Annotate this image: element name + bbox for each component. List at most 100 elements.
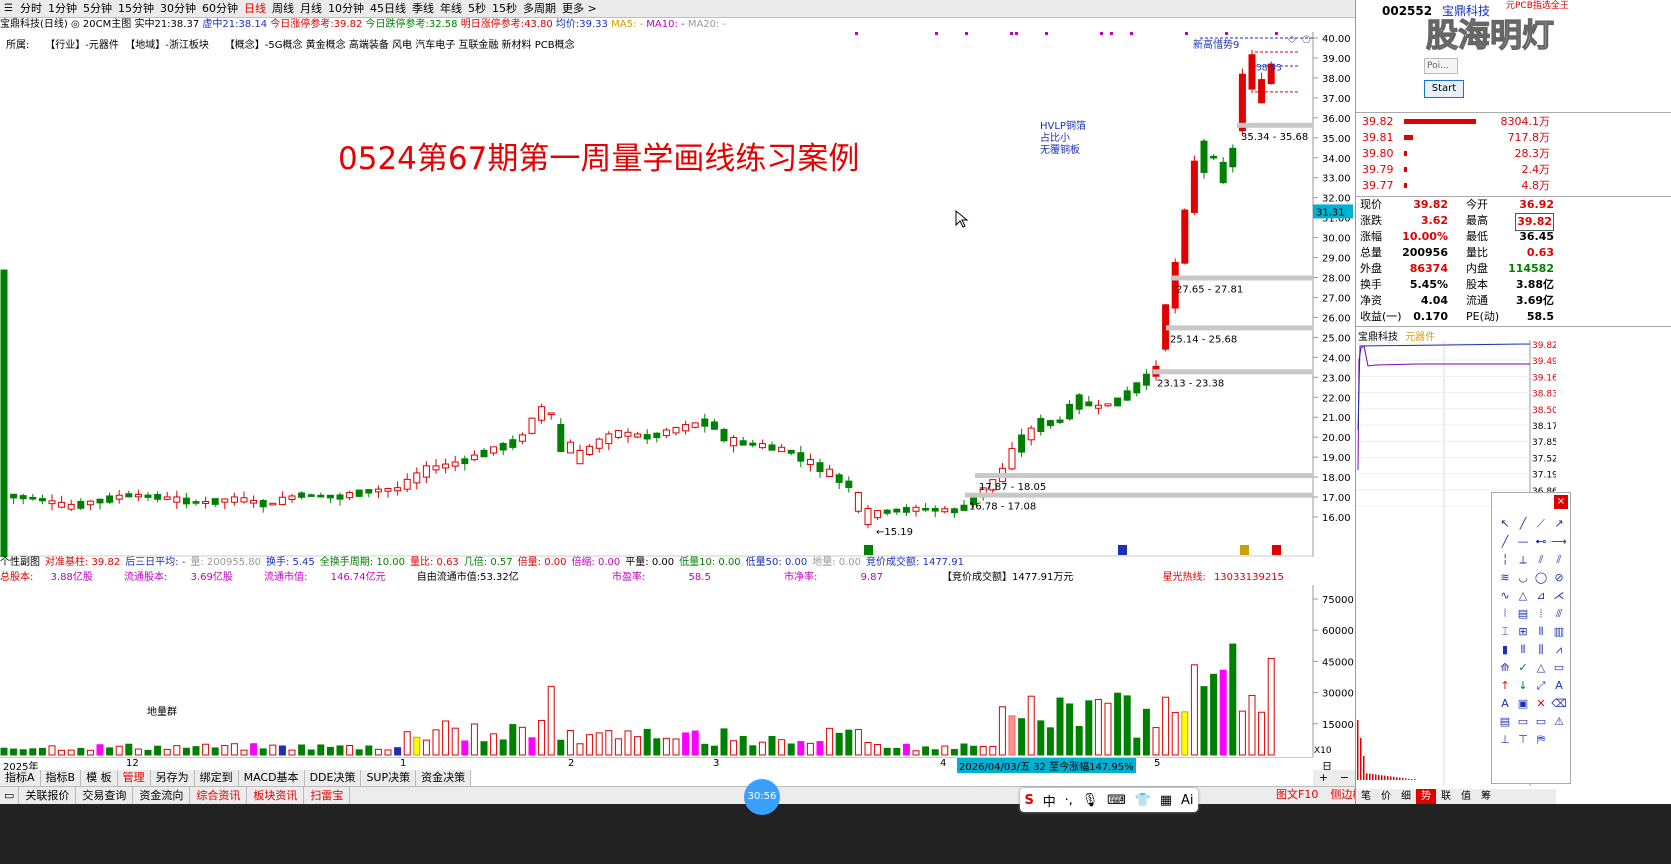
candle[interactable]	[874, 509, 882, 521]
candle[interactable]	[480, 448, 488, 458]
candle[interactable]	[499, 441, 507, 456]
volume-bar[interactable]	[787, 743, 795, 756]
candle[interactable]	[230, 492, 238, 506]
volume-bar[interactable]	[1123, 695, 1131, 756]
support-zone-bar[interactable]	[965, 492, 1313, 498]
volume-bar[interactable]	[307, 749, 315, 756]
volume-bar[interactable]	[960, 743, 968, 756]
indicator-tab[interactable]: 模 板	[81, 770, 118, 786]
candle[interactable]	[1210, 154, 1218, 161]
candle[interactable]	[950, 507, 958, 518]
volume-bar[interactable]	[1162, 696, 1170, 756]
volume-bar[interactable]	[1046, 727, 1054, 756]
volume-bar[interactable]	[182, 747, 190, 756]
volume-bar[interactable]	[29, 748, 37, 756]
candle[interactable]	[1037, 414, 1045, 436]
volume-bar[interactable]	[403, 731, 411, 756]
triangle2-icon[interactable]: △	[1532, 659, 1550, 677]
candle[interactable]	[1046, 419, 1054, 429]
candle[interactable]	[787, 449, 795, 456]
candle[interactable]	[432, 459, 440, 474]
volume-bar[interactable]	[451, 727, 459, 756]
volume-bar[interactable]	[634, 736, 642, 756]
candle[interactable]	[509, 435, 517, 451]
candle[interactable]	[1008, 442, 1016, 471]
grid-icon[interactable]: ▦	[1160, 793, 1172, 808]
line-icon[interactable]: ╱	[1514, 515, 1532, 533]
candle[interactable]	[38, 494, 46, 505]
volume-bar[interactable]	[19, 749, 27, 756]
cross-icon[interactable]: ✕	[1532, 695, 1550, 713]
volume-bar[interactable]	[470, 723, 478, 756]
candle[interactable]	[1229, 144, 1237, 173]
chart-diamond-icon[interactable]: ◇	[1288, 34, 1296, 45]
volume-bar[interactable]	[298, 744, 306, 756]
period-tab[interactable]: 30分钟	[157, 0, 199, 18]
prop-icon[interactable]: ⩘	[1550, 641, 1568, 659]
candle[interactable]	[854, 491, 862, 514]
volume-bar[interactable]	[826, 727, 834, 756]
ray-icon[interactable]: ⟋	[1532, 515, 1550, 533]
text2-icon[interactable]: A	[1496, 695, 1514, 713]
candle[interactable]	[518, 432, 526, 445]
volume-bar[interactable]	[643, 728, 651, 756]
period-tab[interactable]: 10分钟	[325, 0, 367, 18]
volume-bar[interactable]	[96, 744, 104, 756]
period-tab[interactable]: 多周期	[520, 0, 559, 18]
candle[interactable]	[1181, 208, 1189, 265]
volume-bar[interactable]	[365, 745, 373, 756]
fence-icon[interactable]: ⫼	[1532, 641, 1550, 659]
candle[interactable]	[48, 494, 56, 511]
ime-logo-icon[interactable]: S	[1024, 793, 1033, 808]
indicator-tab[interactable]: 绑定到	[195, 770, 239, 786]
candle[interactable]	[710, 418, 718, 430]
volume-bar[interactable]	[739, 735, 747, 756]
candle[interactable]	[192, 499, 200, 506]
box3-icon[interactable]: ▭	[1532, 713, 1550, 731]
candle[interactable]	[1190, 155, 1198, 215]
period-tab[interactable]: 更多 >	[559, 0, 600, 18]
volume-bar[interactable]	[902, 743, 910, 756]
volume-bar[interactable]	[1190, 664, 1198, 756]
concept-tag[interactable]: 【概念】-5G概念 黄金概念 高端装备 风电 汽车电子 互联金融 新材料 PCB…	[225, 40, 575, 51]
fib-icon[interactable]: ≋	[1496, 569, 1514, 587]
volume-bar[interactable]	[230, 743, 238, 756]
volume-bar[interactable]	[854, 729, 862, 756]
candle[interactable]	[835, 472, 843, 490]
volume-bar[interactable]	[768, 736, 776, 756]
stock-period-name[interactable]: 宝鼎科技(日线)	[0, 19, 68, 30]
volume-bar[interactable]	[77, 747, 85, 756]
volume-bar[interactable]	[154, 745, 162, 756]
candle[interactable]	[1248, 49, 1256, 94]
indicator-tab[interactable]: DDE决策	[305, 770, 362, 786]
volume-bar[interactable]	[125, 743, 133, 756]
volume-bar[interactable]	[163, 748, 171, 756]
candle[interactable]	[730, 435, 738, 453]
candle[interactable]	[768, 441, 776, 451]
volume-bar[interactable]	[58, 749, 66, 756]
candle[interactable]	[154, 491, 162, 503]
diag-icon[interactable]: ⤢	[1532, 677, 1550, 695]
indicator-tab[interactable]: 管理	[118, 770, 151, 786]
volume-bar[interactable]	[1056, 697, 1064, 756]
panel-tab[interactable]: 笔	[1356, 789, 1376, 804]
volume-bar[interactable]	[499, 739, 507, 756]
volume-bar[interactable]	[547, 685, 555, 756]
candle[interactable]	[442, 458, 450, 474]
volume-bar[interactable]	[970, 745, 978, 756]
candle[interactable]	[701, 413, 709, 433]
panel-tab[interactable]: 价	[1376, 789, 1396, 804]
candle[interactable]	[317, 492, 325, 498]
volume-bar[interactable]	[1219, 669, 1227, 756]
volume-bar[interactable]	[1027, 695, 1035, 756]
support-zone-bar[interactable]	[1166, 325, 1313, 331]
volume-bar[interactable]	[432, 729, 440, 756]
candle[interactable]	[202, 496, 210, 509]
candle[interactable]	[1018, 428, 1026, 457]
candle[interactable]	[672, 426, 680, 436]
candle[interactable]	[10, 493, 18, 505]
candle[interactable]	[144, 492, 152, 501]
text-icon[interactable]: A	[1550, 677, 1568, 695]
candle[interactable]	[336, 492, 344, 506]
volume-bar[interactable]	[422, 739, 430, 756]
